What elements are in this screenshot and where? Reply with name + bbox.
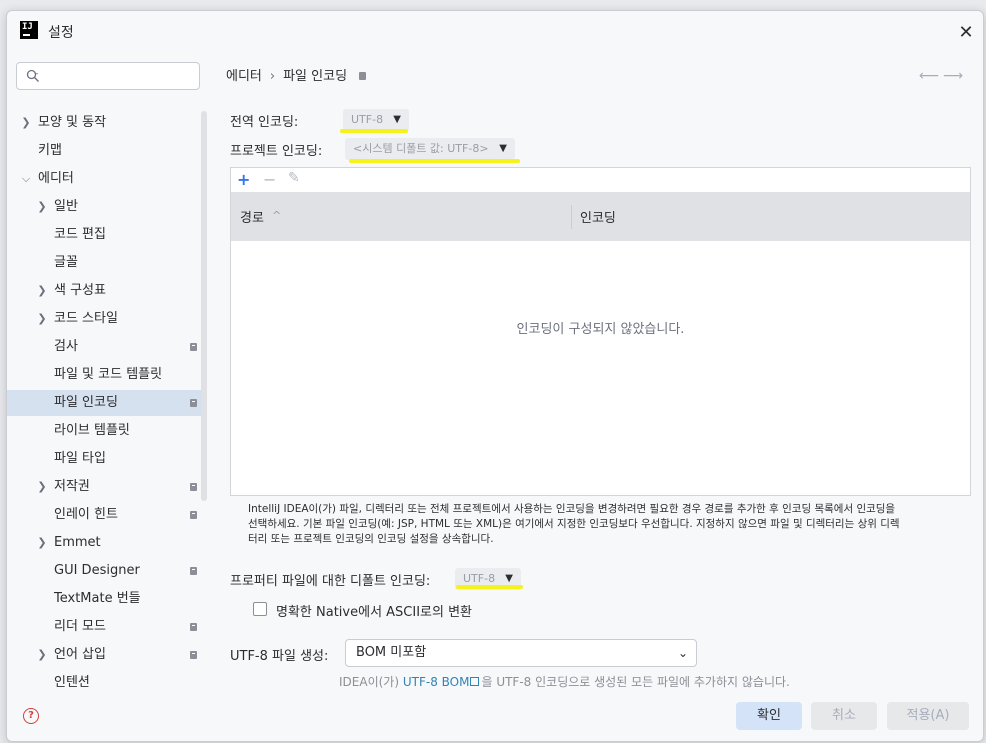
sidebar-item-gui-designer[interactable]: GUI Designer	[7, 558, 207, 584]
properties-encoding-label: 프로퍼티 파일에 대한 디폴트 인코딩:	[230, 574, 431, 589]
global-encoding-select[interactable]: UTF-8 ▼	[343, 109, 409, 131]
project-level-icon	[190, 623, 197, 631]
project-encoding-label: 프로젝트 인코딩:	[230, 144, 323, 159]
search-icon	[26, 69, 39, 82]
sidebar-item-appearance[interactable]: ❯ 모양 및 동작	[7, 110, 207, 136]
sidebar-item-reader-mode[interactable]: 리더 모드	[7, 614, 207, 640]
chevron-right-icon[interactable]: ❯	[36, 278, 48, 304]
close-icon[interactable]: ✕	[955, 21, 977, 43]
settings-dialog: IJ 설정 ✕ ❯ 모양 및 동작 키맵 ⌵ 에디터 ❯ 일반 코드 편집 글꼴…	[6, 10, 984, 742]
project-level-icon	[190, 567, 197, 575]
cancel-button[interactable]: 취소	[811, 702, 877, 730]
ok-button[interactable]: 확인	[736, 702, 802, 730]
edit-icon[interactable]: ✎	[288, 170, 300, 186]
chevron-right-icon[interactable]: ❯	[36, 474, 48, 500]
sidebar-item-textmate-bundles[interactable]: TextMate 번들	[7, 586, 207, 612]
sidebar-item-general[interactable]: ❯ 일반	[7, 194, 207, 220]
empty-table-text: 인코딩이 구성되지 않았습니다.	[516, 322, 685, 337]
dropdown-arrow-icon: ▼	[393, 114, 401, 125]
sidebar-item-inspections[interactable]: 검사	[7, 334, 207, 360]
sidebar-item-inlay-hints[interactable]: 인레이 힌트	[7, 502, 207, 528]
title-bar: IJ 설정 ✕	[7, 11, 983, 51]
sidebar-item-code-editing[interactable]: 코드 편집	[7, 222, 207, 248]
sidebar-item-file-code-templates[interactable]: 파일 및 코드 템플릿	[7, 362, 207, 388]
sort-ascending-icon: ^	[272, 209, 282, 222]
utf8-bom-label: UTF-8 파일 생성:	[230, 649, 329, 664]
yellow-highlight-mark	[456, 585, 523, 589]
project-encoding-select[interactable]: <시스템 디폴트 값: UTF-8> ▼	[345, 138, 515, 160]
chevron-right-icon[interactable]: ❯	[36, 530, 48, 556]
yellow-highlight-mark	[349, 159, 520, 163]
project-level-icon	[190, 511, 197, 519]
native-to-ascii-checkbox[interactable]	[253, 602, 267, 616]
search-input[interactable]	[16, 62, 200, 90]
sidebar-item-copyright[interactable]: ❯ 저작권	[7, 474, 207, 500]
help-icon[interactable]: ?	[23, 708, 39, 724]
utf8-bom-link[interactable]: UTF-8 BOM	[403, 675, 470, 689]
chevron-right-icon[interactable]: ❯	[36, 642, 48, 668]
chevron-right-icon[interactable]: ❯	[20, 110, 32, 136]
back-arrow-icon[interactable]: ⟵	[919, 68, 939, 84]
add-icon[interactable]: +	[237, 170, 250, 189]
breadcrumb-current: 파일 인코딩	[283, 69, 348, 84]
external-link-icon	[470, 677, 480, 686]
window-title: 설정	[48, 25, 74, 41]
sidebar-item-emmet[interactable]: ❯ Emmet	[7, 530, 207, 556]
project-level-icon	[190, 483, 197, 491]
sidebar-scrollbar[interactable]	[201, 111, 207, 501]
chevron-down-icon[interactable]: ⌵	[20, 166, 32, 192]
project-level-icon	[190, 343, 197, 351]
sidebar-item-file-types[interactable]: 파일 타입	[7, 446, 207, 472]
utf8-bom-select[interactable]: BOM 미포함 ⌄	[345, 639, 697, 667]
column-header-path[interactable]: 경로	[240, 207, 264, 226]
table-header: 경로 ^ 인코딩	[231, 192, 970, 241]
encoding-mappings-table: + − ✎ 경로 ^ 인코딩 인코딩이 구성되지 않았습니다.	[230, 167, 971, 496]
intellij-logo-icon: IJ	[20, 21, 38, 39]
forward-arrow-icon[interactable]: ⟶	[943, 68, 963, 84]
breadcrumb-parent[interactable]: 에디터	[226, 69, 262, 84]
chevron-right-icon[interactable]: ❯	[36, 194, 48, 220]
global-encoding-label: 전역 인코딩:	[230, 115, 299, 130]
column-header-encoding[interactable]: 인코딩	[580, 207, 616, 226]
sidebar-item-font[interactable]: 글꼴	[7, 250, 207, 276]
sidebar-item-file-encodings[interactable]: 파일 인코딩	[7, 390, 207, 416]
column-divider[interactable]	[571, 205, 572, 229]
sidebar-item-language-injections[interactable]: ❯ 언어 삽입	[7, 642, 207, 668]
description-text: IntelliJ IDEA이(가) 파일, 디렉터리 또는 전체 프로젝트에서 …	[248, 503, 900, 545]
dropdown-arrow-icon: ▼	[499, 143, 507, 154]
chevron-down-icon: ⌄	[677, 646, 688, 660]
project-level-icon	[190, 399, 197, 407]
yellow-highlight-mark	[340, 129, 408, 133]
sidebar-item-code-style[interactable]: ❯ 코드 스타일	[7, 306, 207, 332]
project-level-icon	[359, 72, 367, 80]
sidebar-item-editor[interactable]: ⌵ 에디터	[7, 166, 207, 192]
sidebar-item-live-templates[interactable]: 라이브 템플릿	[7, 418, 207, 444]
native-to-ascii-label[interactable]: 명확한 Native에서 ASCII로의 변환	[276, 601, 472, 620]
bom-note: IDEA이(가) UTF-8 BOM 을 UTF-8 인코딩으로 생성된 모든 파…	[339, 675, 790, 689]
chevron-right-icon[interactable]: ❯	[36, 306, 48, 332]
breadcrumb: 에디터 › 파일 인코딩	[226, 65, 367, 84]
settings-sidebar: ❯ 모양 및 동작 키맵 ⌵ 에디터 ❯ 일반 코드 편집 글꼴 ❯ 색 구성표…	[7, 51, 210, 690]
sidebar-item-color-scheme[interactable]: ❯ 색 구성표	[7, 278, 207, 304]
dialog-footer: ? 확인 취소 적용(A)	[7, 691, 983, 741]
sidebar-item-keymap[interactable]: 키맵	[7, 138, 207, 164]
table-toolbar: + − ✎	[231, 168, 970, 192]
settings-content: 에디터 › 파일 인코딩 ⟵ ⟶ 전역 인코딩: UTF-8 ▼ 프로젝트 인코딩:…	[210, 51, 983, 689]
apply-button[interactable]: 적용(A)	[887, 702, 969, 730]
remove-icon[interactable]: −	[263, 170, 276, 189]
project-level-icon	[190, 651, 197, 659]
